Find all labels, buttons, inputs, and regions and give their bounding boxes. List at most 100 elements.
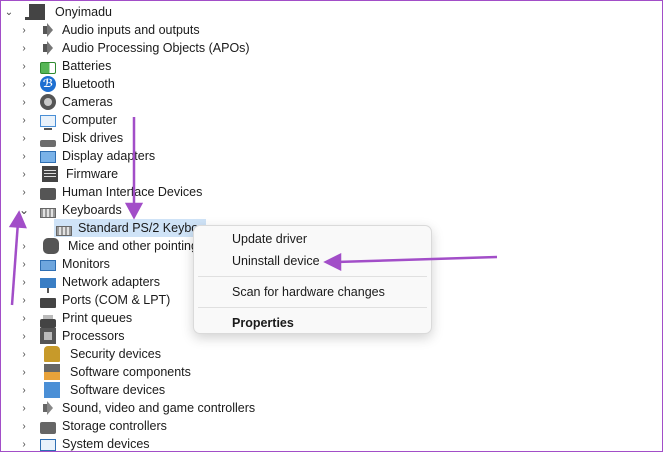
- chevron-right-icon[interactable]: ›: [19, 399, 29, 417]
- camera-icon: [40, 94, 56, 110]
- tree-item-batteries[interactable]: › Batteries: [19, 57, 111, 75]
- monitor-icon: [40, 259, 56, 271]
- storage-icon: [40, 422, 56, 434]
- tree-item-label: Disk drives: [62, 131, 124, 145]
- processor-icon: [40, 328, 56, 344]
- port-icon: [40, 298, 56, 308]
- tree-item-audio-inputs[interactable]: › Audio inputs and outputs: [19, 21, 200, 39]
- chevron-right-icon[interactable]: ›: [19, 39, 29, 57]
- speaker-icon: [40, 22, 56, 38]
- chevron-down-icon[interactable]: ⌄: [19, 201, 29, 219]
- tree-item-processors[interactable]: › Processors: [19, 327, 125, 345]
- tree-item-monitors[interactable]: › Monitors: [19, 255, 110, 273]
- context-menu: Update driver Uninstall device Scan for …: [193, 225, 432, 334]
- tree-item-label: Human Interface Devices: [62, 185, 203, 199]
- tree-item-label: Audio Processing Objects (APOs): [62, 41, 250, 55]
- tree-item-label: Security devices: [70, 347, 162, 361]
- computer-tower-icon: [25, 4, 45, 20]
- chevron-right-icon[interactable]: ›: [19, 381, 29, 399]
- chevron-right-icon[interactable]: ›: [19, 21, 29, 39]
- chevron-right-icon[interactable]: ›: [19, 183, 29, 201]
- tree-item-keyboards[interactable]: ⌄ Keyboards: [19, 201, 122, 219]
- tree-item-mice[interactable]: › Mice and other pointing c: [19, 237, 208, 255]
- network-icon: [40, 278, 56, 293]
- menu-item-update-driver[interactable]: Update driver: [232, 232, 307, 246]
- chevron-right-icon[interactable]: ›: [19, 57, 29, 75]
- tree-item-label: Computer: [62, 113, 117, 127]
- software-component-icon: [44, 364, 60, 380]
- chevron-right-icon[interactable]: ›: [19, 363, 29, 381]
- battery-icon: [40, 62, 56, 74]
- tree-item-label: Storage controllers: [62, 419, 167, 433]
- tree-item-software-components[interactable]: › Software components: [19, 363, 191, 381]
- system-icon: [40, 439, 56, 451]
- menu-separator: [198, 307, 427, 308]
- software-device-icon: [44, 382, 60, 398]
- tree-item-computer[interactable]: › Computer: [19, 111, 117, 130]
- menu-item-uninstall-device[interactable]: Uninstall device: [232, 254, 320, 268]
- chevron-right-icon[interactable]: ›: [19, 93, 29, 111]
- tree-item-label: Mice and other pointing c: [68, 239, 208, 253]
- chevron-right-icon[interactable]: ›: [19, 75, 29, 93]
- tree-item-label: Firmware: [66, 167, 119, 181]
- tree-item-label: Print queues: [62, 311, 133, 325]
- tree-item-print-queues[interactable]: › Print queues: [19, 309, 133, 328]
- tree-item-security-devices[interactable]: › Security devices: [19, 345, 161, 363]
- chevron-right-icon[interactable]: ›: [19, 237, 29, 255]
- chevron-right-icon[interactable]: ›: [19, 435, 29, 453]
- tree-item-apos[interactable]: › Audio Processing Objects (APOs): [19, 39, 250, 57]
- tree-item-storage-controllers[interactable]: › Storage controllers: [19, 417, 167, 435]
- chevron-right-icon[interactable]: ›: [19, 273, 29, 291]
- chevron-right-icon[interactable]: ›: [19, 255, 29, 273]
- tree-item-software-devices[interactable]: › Software devices: [19, 381, 165, 399]
- chevron-right-icon[interactable]: ›: [19, 345, 29, 363]
- tree-item-label: Cameras: [62, 95, 113, 109]
- tree-root-label: Onyimadu: [55, 5, 112, 19]
- tree-item-label: Standard PS/2 Keyboa: [78, 221, 206, 235]
- tree-item-label: Batteries: [62, 59, 112, 73]
- tree-item-firmware[interactable]: › Firmware: [19, 165, 118, 183]
- tree-item-ports[interactable]: › Ports (COM & LPT): [19, 291, 170, 309]
- chevron-right-icon[interactable]: ›: [19, 291, 29, 309]
- chevron-right-icon[interactable]: ›: [19, 129, 29, 147]
- tree-item-disk-drives[interactable]: › Disk drives: [19, 129, 123, 147]
- tree-item-system-devices[interactable]: › System devices: [19, 435, 150, 453]
- tree-item-hid[interactable]: › Human Interface Devices: [19, 183, 202, 201]
- tree-item-label: Audio inputs and outputs: [62, 23, 200, 37]
- tree-item-label: Network adapters: [62, 275, 160, 289]
- tree-item-display-adapters[interactable]: › Display adapters: [19, 147, 155, 165]
- chevron-right-icon[interactable]: ›: [19, 417, 29, 435]
- menu-item-properties[interactable]: Properties: [232, 316, 294, 330]
- tree-item-label: Sound, video and game controllers: [62, 401, 256, 415]
- tree-item-label: Display adapters: [62, 149, 156, 163]
- tree-item-label: Monitors: [62, 257, 110, 271]
- menu-item-scan-hardware[interactable]: Scan for hardware changes: [232, 285, 385, 299]
- tree-item-sound-video-game[interactable]: › Sound, video and game controllers: [19, 399, 255, 417]
- chevron-right-icon[interactable]: ›: [19, 111, 29, 129]
- computer-icon: [40, 115, 56, 130]
- tree-item-bluetooth[interactable]: › ℬ Bluetooth: [19, 75, 115, 93]
- display-adapter-icon: [40, 151, 56, 163]
- tree-item-label: Software components: [70, 365, 191, 379]
- chevron-right-icon[interactable]: ›: [19, 327, 29, 345]
- chevron-down-icon[interactable]: ⌄: [4, 3, 14, 21]
- tree-root[interactable]: ⌄ Onyimadu: [4, 3, 112, 21]
- tree-item-network-adapters[interactable]: › Network adapters: [19, 273, 160, 293]
- tree-item-label: Software devices: [70, 383, 166, 397]
- tree-item-label: Keyboards: [62, 203, 122, 217]
- bluetooth-icon: ℬ: [40, 76, 56, 92]
- chevron-right-icon[interactable]: ›: [19, 309, 29, 327]
- firmware-icon: [42, 166, 58, 182]
- sound-icon: [40, 400, 56, 416]
- disk-drive-icon: [40, 139, 56, 147]
- security-key-icon: [44, 346, 60, 362]
- chevron-right-icon[interactable]: ›: [19, 165, 29, 183]
- tree-item-standard-ps2-keyboard[interactable]: Standard PS/2 Keyboa: [56, 219, 205, 237]
- tree-item-label: Bluetooth: [62, 77, 115, 91]
- chevron-right-icon[interactable]: ›: [19, 147, 29, 165]
- tree-item-label: Ports (COM & LPT): [62, 293, 171, 307]
- tree-item-cameras[interactable]: › Cameras: [19, 93, 113, 111]
- keyboard-icon: [40, 208, 56, 218]
- speaker-icon: [40, 40, 56, 56]
- keyboard-icon: [56, 226, 72, 236]
